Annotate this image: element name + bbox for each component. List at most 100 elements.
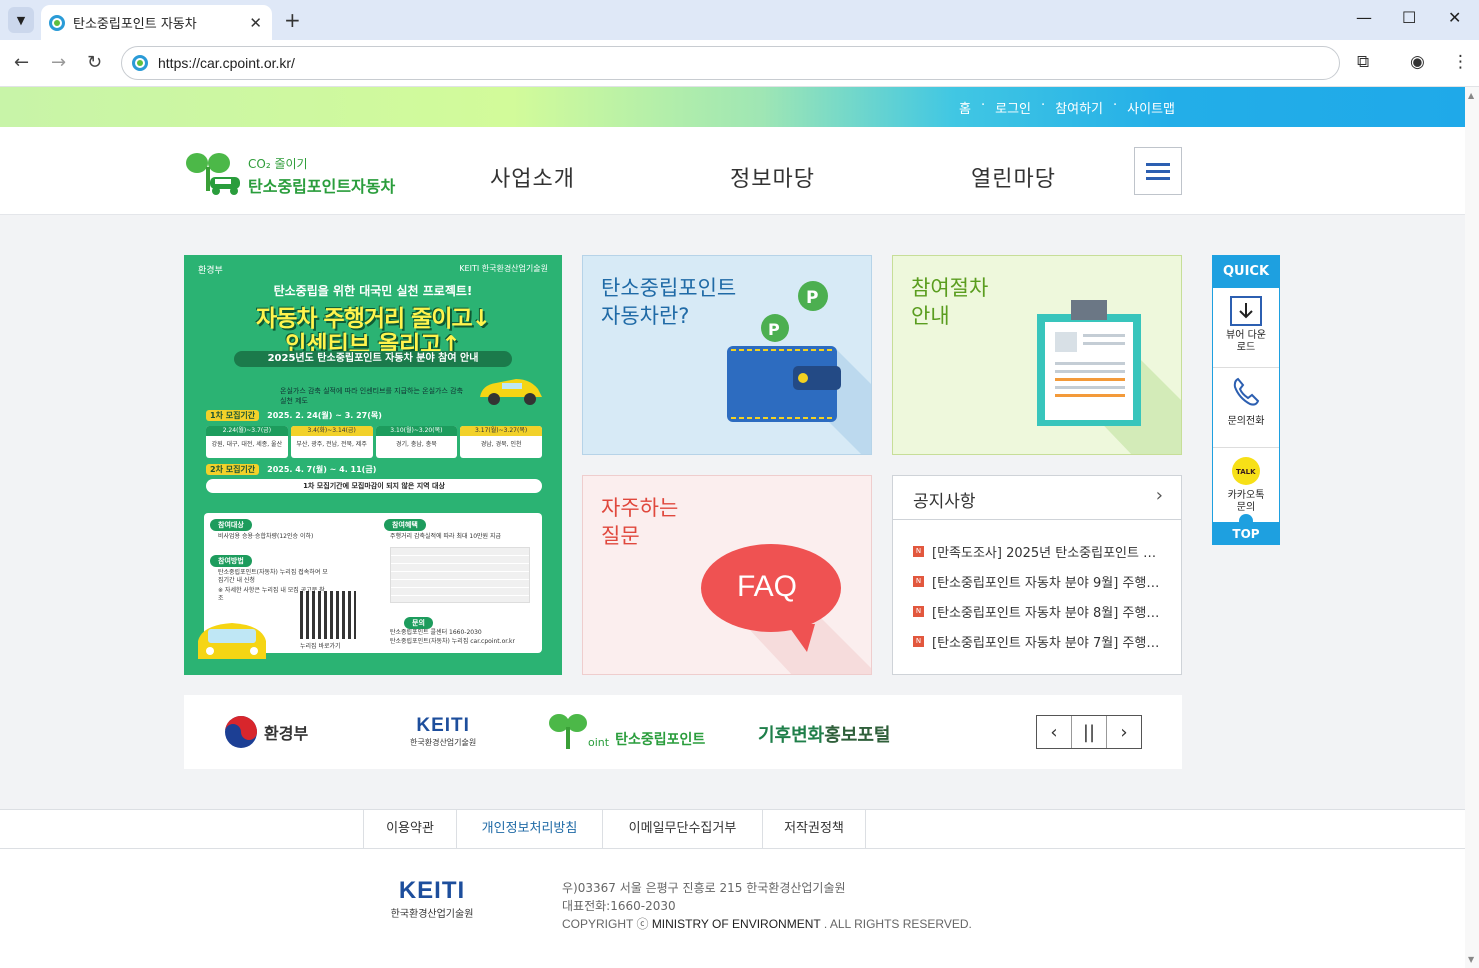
browser-tab[interactable]: 탄소중립포인트 자동차 ✕	[41, 5, 272, 40]
maximize-icon[interactable]: ☐	[1402, 8, 1416, 27]
partner-climate-portal[interactable]: 기후변화홍보포털	[758, 721, 891, 747]
partner-keiti[interactable]: KEITI 한국환경산업기술원	[410, 715, 476, 748]
browser-toolbar: ← → ↻ https://car.cpoint.or.kr/ ⧉ ◉ ⋮	[0, 40, 1479, 87]
new-badge-icon: N	[913, 635, 924, 647]
notice-item[interactable]: N[만족도조사] 2025년 탄소중립포인트 자동차 분야 참여자 만족도 조사	[913, 536, 1165, 566]
footer-logo: KEITI 한국환경산업기술원	[390, 877, 474, 920]
address-bar[interactable]: https://car.cpoint.or.kr/	[121, 46, 1340, 80]
logo-name: 탄소중립포인트자동차	[248, 177, 396, 196]
quick-menu: QUICK 뷰어 다운로드 문의전화 TALK 카카오톡 문의 TOP	[1212, 255, 1280, 545]
carousel-next-button[interactable]: ›	[1107, 716, 1141, 748]
footer-privacy-link[interactable]: 개인정보처리방침	[457, 810, 603, 849]
cpoint-sprout-icon	[549, 714, 587, 749]
banner-ministry: 환경부	[198, 266, 223, 276]
scroll-top-button[interactable]: TOP	[1213, 514, 1279, 544]
notice-item[interactable]: N[탄소중립포인트 자동차 분야 7월] 주행거리 사진 등록 안내	[913, 626, 1165, 656]
login-link[interactable]: 로그인	[995, 98, 1031, 117]
inquiry-text-2: 탄소중립포인트(자동차) 누리집 car.cpoint.or.kr	[390, 638, 515, 645]
phase1: 1차 모집기간 2025. 2. 24(월) ~ 3. 27(목)	[206, 410, 382, 421]
about-car-box[interactable]: 탄소중립포인트 자동차란? P P	[582, 255, 872, 455]
banner-desc: 온실가스 감축 실적에 따라 인센티브를 지급하는 온실가스 감축 실천 제도	[280, 387, 464, 405]
phase1-schedule: 2.24(월)~3.7(금) 강원, 대구, 대전, 세종, 울산 3.4(화)~…	[206, 426, 542, 458]
faq-bubble-icon	[701, 544, 871, 674]
faq-box[interactable]: 자주하는 질문 FAQ	[582, 475, 872, 675]
all-menu-button[interactable]	[1134, 147, 1182, 195]
kakaotalk-icon: TALK	[1232, 457, 1260, 485]
home-link[interactable]: 홈	[959, 98, 971, 117]
site-favicon-icon	[49, 14, 65, 31]
chevron-left-icon: ‹	[1050, 721, 1058, 743]
phase2: 2차 모집기간 2025. 4. 7(월) ~ 4. 11(금)	[206, 464, 376, 475]
footer-copyright: COPYRIGHT ⓒ MINISTRY OF ENVIRONMENT . AL…	[562, 917, 972, 931]
pause-icon: ||	[1082, 721, 1096, 743]
quick-title: QUICK	[1213, 256, 1279, 288]
sitemap-link[interactable]: 사이트맵	[1127, 98, 1175, 117]
yellow-car-icon	[480, 379, 542, 405]
svg-text:TALK: TALK	[1236, 468, 1256, 476]
notice-board: 공지사항 › N[만족도조사] 2025년 탄소중립포인트 자동차 분야 참여자…	[892, 475, 1182, 675]
participate-link[interactable]: 참여하기	[1055, 98, 1103, 117]
url-text: https://car.cpoint.or.kr/	[158, 55, 295, 71]
footer-address-block: 우)03367 서울 은평구 진흥로 215 한국환경산업기술원 대표전화:16…	[562, 879, 972, 933]
new-tab-button[interactable]: +	[284, 8, 301, 32]
moe-logo-icon	[225, 716, 257, 748]
notice-item[interactable]: N[탄소중립포인트 자동차 분야 8월] 주행거리 사진 등록 안내	[913, 596, 1165, 626]
footer-terms-link[interactable]: 이용약관	[364, 810, 457, 849]
new-badge-icon: N	[913, 575, 924, 587]
quick-viewer-download[interactable]: 뷰어 다운로드	[1213, 296, 1279, 368]
partner-moe[interactable]: 환경부	[224, 715, 308, 749]
procedure-title: 참여절차 안내	[911, 276, 989, 328]
benefit-table	[390, 547, 530, 603]
profile-icon[interactable]: ◉	[1410, 52, 1425, 72]
site-logo[interactable]: CO₂ 줄이기 탄소중립포인트자동차	[184, 149, 414, 199]
page-scrollbar[interactable]: ▲ ▼	[1465, 87, 1479, 968]
window-close-icon[interactable]: ✕	[1448, 8, 1461, 27]
main-banner[interactable]: 환경부 KEITI 한국환경산업기술원 탄소중립을 위한 대국민 실천 프로젝트…	[184, 255, 562, 675]
footer-email-refusal-link[interactable]: 이메일무단수집거부	[603, 810, 763, 849]
banner-subtitle: 2025년도 탄소중립포인트 자동차 분야 참여 안내	[234, 351, 512, 367]
forward-arrow-icon[interactable]: →	[51, 52, 66, 73]
footer-copyright-link[interactable]: 저작권정책	[763, 810, 866, 849]
qr-caption: 누리집 바로가기	[300, 643, 341, 650]
nav-info[interactable]: 정보마당	[730, 161, 815, 193]
minimize-icon[interactable]: —	[1356, 8, 1372, 27]
benefit-label: 참여혜택	[384, 519, 426, 531]
chevron-right-icon[interactable]: ›	[1156, 485, 1163, 506]
chevron-down-icon: ▼	[16, 13, 26, 27]
procedure-box[interactable]: 참여절차 안내	[892, 255, 1182, 455]
utility-links: 홈 · 로그인 · 참여하기 · 사이트맵	[959, 98, 1175, 117]
download-icon	[1230, 296, 1262, 326]
menu-kebab-icon[interactable]: ⋮	[1452, 52, 1469, 72]
site-info-icon[interactable]	[132, 55, 148, 71]
browser-tab-bar: ▼ 탄소중립포인트 자동차 ✕ + — ☐ ✕	[0, 0, 1479, 40]
footer-phone: 대표전화:1660-2030	[562, 899, 676, 913]
nav-business-intro[interactable]: 사업소개	[490, 161, 575, 193]
inquiry-label: 문의	[404, 617, 433, 629]
quick-phone[interactable]: 문의전화	[1213, 376, 1279, 448]
back-arrow-icon[interactable]: ←	[14, 52, 29, 73]
carousel-prev-button[interactable]: ‹	[1037, 716, 1072, 748]
scroll-up-icon[interactable]: ▲	[1468, 91, 1474, 100]
tab-search-dropdown[interactable]: ▼	[8, 7, 34, 33]
scroll-down-icon[interactable]: ▼	[1468, 955, 1474, 964]
carousel-pause-button[interactable]: ||	[1072, 716, 1107, 748]
notice-item[interactable]: N[탄소중립포인트 자동차 분야 9월] 주행거리 사진 등록 안내	[913, 566, 1165, 596]
phase2-note: 1차 모집기간에 모집마감이 되지 않은 지역 대상	[206, 479, 542, 493]
notice-list: N[만족도조사] 2025년 탄소중립포인트 자동차 분야 참여자 만족도 조사…	[893, 520, 1181, 656]
partner-links: 환경부 KEITI 한국환경산업기술원 oint 탄소중립포인트 기후변화홍보포…	[184, 695, 1182, 769]
footer-address: 우)03367 서울 은평구 진흥로 215 한국환경산업기술원	[562, 881, 846, 895]
schedule-cell: 3.10(월)~3.20(목) 경기, 충남, 충북	[375, 426, 458, 458]
notice-header[interactable]: 공지사항 ›	[893, 476, 1181, 520]
sprout-car-logo-icon	[186, 153, 240, 195]
extensions-icon[interactable]: ⧉	[1357, 52, 1369, 72]
schedule-cell: 3.17(월)~3.27(목) 경남, 경북, 인천	[460, 426, 542, 458]
inquiry-text-1: 탄소중립포인트 콜센터 1660-2030	[390, 629, 482, 636]
target-text: 비사업용 승용·승합차량(12인승 이하)	[218, 533, 314, 540]
logo-tagline: CO₂ 줄이기	[248, 157, 308, 171]
method-label: 참여방법	[210, 555, 252, 567]
close-tab-icon[interactable]: ✕	[249, 14, 262, 32]
nav-open-forum[interactable]: 열린마당	[971, 161, 1056, 193]
reload-icon[interactable]: ↻	[87, 52, 102, 73]
partner-cpoint[interactable]: oint 탄소중립포인트	[548, 713, 705, 749]
wallet-coins-icon: P P	[727, 281, 871, 454]
